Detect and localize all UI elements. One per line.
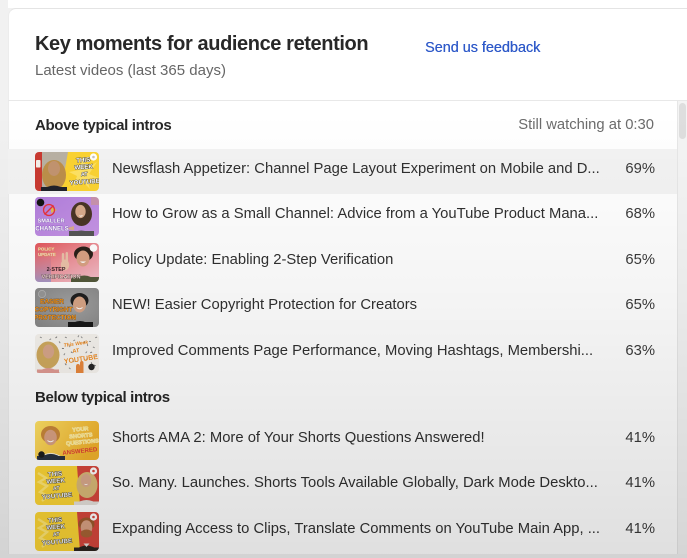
- svg-text:SMALLER: SMALLER: [37, 219, 64, 225]
- svg-text:PROTECTION: PROTECTION: [35, 315, 76, 322]
- svg-text:UPDATE: UPDATE: [38, 252, 56, 257]
- svg-text:VERIFICATION: VERIFICATION: [41, 274, 80, 280]
- svg-text:CHANNELS: CHANNELS: [35, 227, 68, 233]
- svg-text:COPYRIGHT: COPYRIGHT: [35, 307, 73, 314]
- svg-text:AT: AT: [53, 531, 61, 538]
- svg-text:WEEK: WEEK: [74, 163, 94, 171]
- svg-text:EASIER: EASIER: [40, 299, 64, 306]
- svg-text:AT: AT: [81, 171, 89, 178]
- svg-text:POLICY: POLICY: [38, 246, 54, 251]
- svg-text:2-STEP: 2-STEP: [47, 267, 66, 273]
- svg-text:AT: AT: [53, 486, 61, 493]
